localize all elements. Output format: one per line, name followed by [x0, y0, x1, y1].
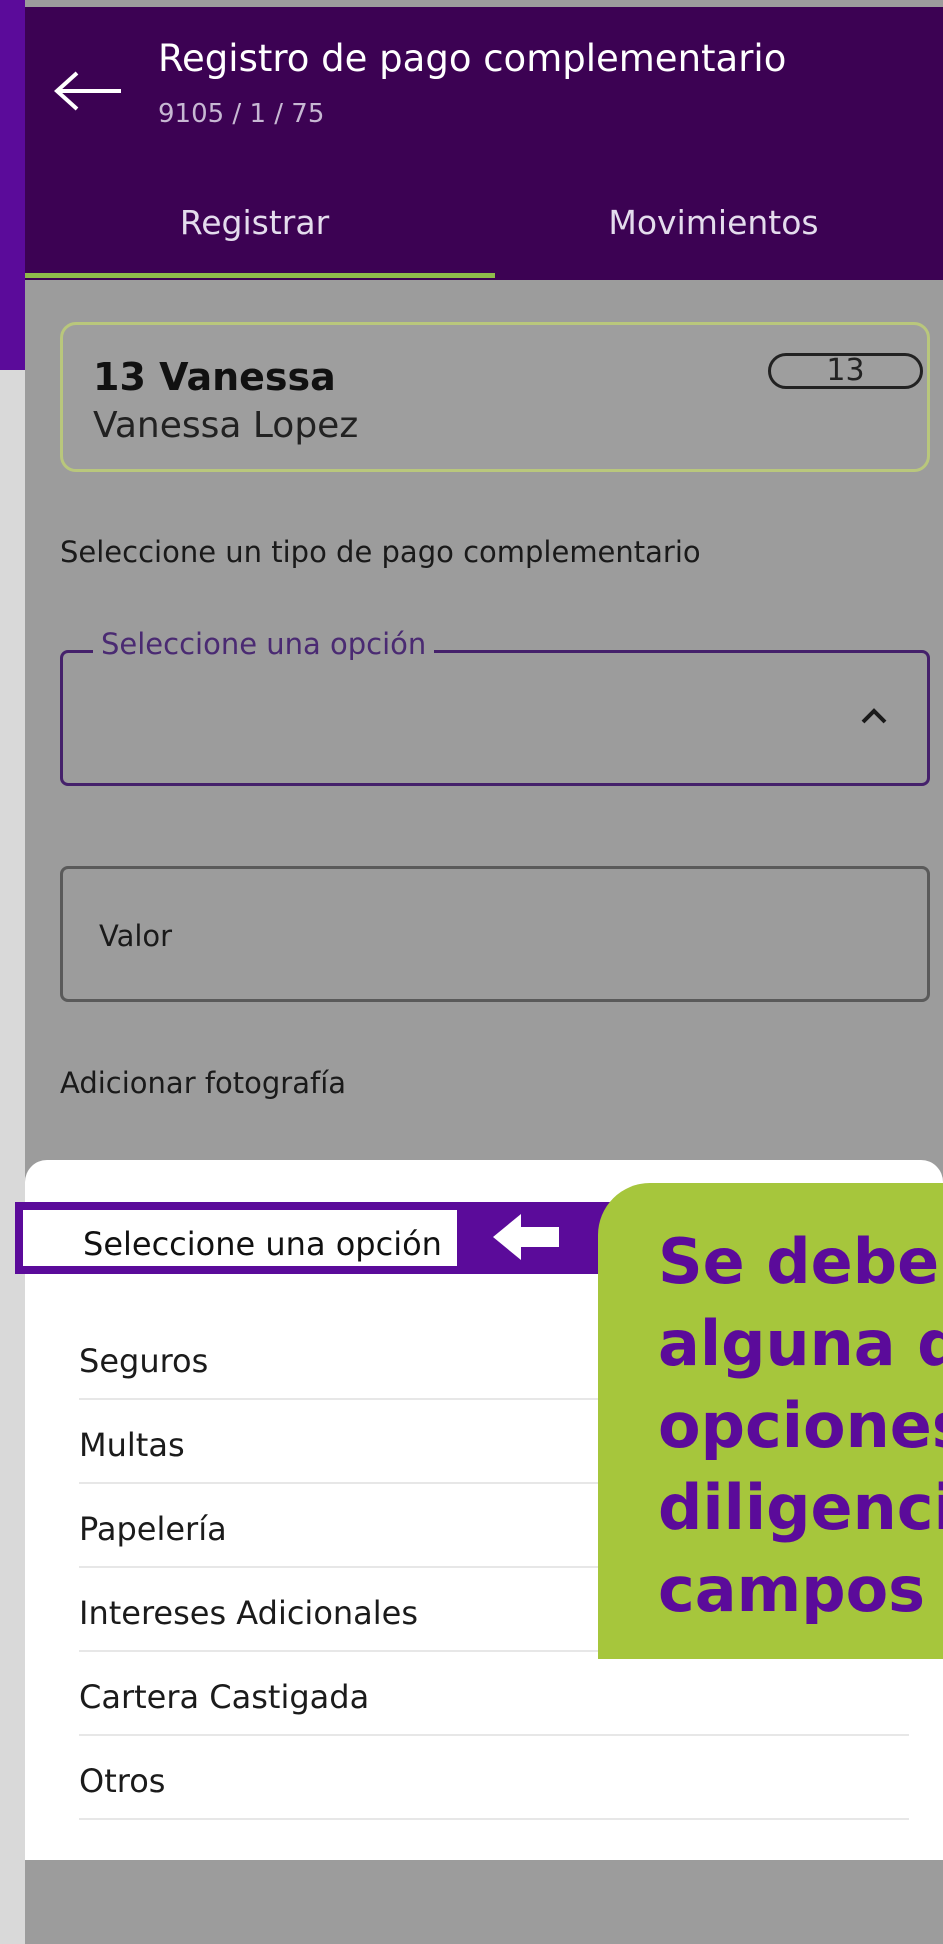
option-otros[interactable]: Otros — [79, 1740, 909, 1820]
annotation-callout: Se debe e alguna d opciones diligenci ca… — [598, 1183, 943, 1659]
client-card[interactable]: 13 Vanessa Vanessa Lopez 13 — [60, 322, 930, 472]
tab-registrar[interactable]: Registrar — [25, 203, 484, 242]
tab-movimientos[interactable]: Movimientos — [484, 203, 943, 242]
payment-type-label: Seleccione un tipo de pago complementari… — [60, 535, 701, 569]
option-label: Otros — [79, 1762, 166, 1800]
select-placeholder: Seleccione una opción — [93, 627, 435, 661]
option-divider — [79, 1734, 909, 1736]
option-label: Papelería — [79, 1510, 227, 1548]
app-header: Registro de pago complementario 9105 / 1… — [25, 7, 943, 280]
value-label: Valor — [99, 919, 173, 953]
value-input[interactable]: Valor — [60, 866, 930, 1002]
bottom-scrim — [25, 1862, 943, 1944]
annotation-text: Se debe e alguna d opciones diligenci ca… — [658, 1225, 943, 1626]
option-cartera-castigada[interactable]: Cartera Castigada — [79, 1656, 909, 1736]
option-label: Multas — [79, 1426, 185, 1464]
option-seleccione-highlighted[interactable]: Seleccione una opción — [19, 1206, 461, 1270]
page-title: Registro de pago complementario — [158, 37, 787, 80]
arrow-left-icon[interactable] — [53, 71, 123, 111]
client-full-name: Vanessa Lopez — [93, 405, 359, 446]
option-divider — [79, 1818, 909, 1820]
client-name: 13 Vanessa — [93, 355, 336, 399]
add-photo-label[interactable]: Adicionar fotografía — [60, 1066, 346, 1100]
chevron-up-icon[interactable] — [859, 701, 889, 731]
option-label: Cartera Castigada — [79, 1678, 370, 1716]
payment-type-select[interactable]: Seleccione una opción — [60, 627, 930, 786]
option-label: Intereses Adicionales — [79, 1594, 419, 1632]
client-badge: 13 — [768, 353, 923, 389]
option-label: Seleccione una opción — [83, 1225, 442, 1263]
arrow-left-icon — [493, 1214, 559, 1260]
screenshot-canvas: Registro de pago complementario 9105 / 1… — [0, 0, 943, 1944]
page-subtitle: 9105 / 1 / 75 — [158, 99, 325, 129]
option-label: Seguros — [79, 1342, 209, 1380]
active-tab-indicator — [25, 273, 495, 278]
